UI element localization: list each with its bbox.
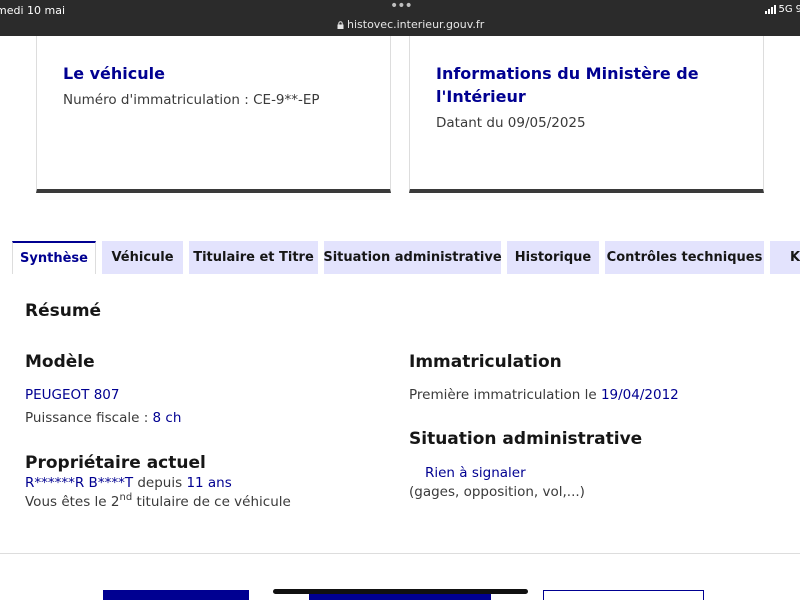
summary-heading: Résumé <box>25 301 102 321</box>
fiscal-power-value: 8 ch <box>152 410 182 426</box>
owner-name: R******R B****T <box>25 475 134 491</box>
bottom-secondary-button[interactable] <box>543 590 704 600</box>
bottom-primary-button-1[interactable] <box>103 590 249 600</box>
first-registration: Première immatriculation le 19/04/2012 <box>409 387 679 403</box>
tab-bar: Synthèse Véhicule Titulaire et Titre Sit… <box>12 241 800 274</box>
model-heading: Modèle <box>25 352 95 372</box>
url-text: histovec.interieur.gouv.fr <box>347 18 485 31</box>
holder-sup: nd <box>119 492 133 503</box>
battery-label: 9 <box>795 4 800 15</box>
tab-controles-techniques[interactable]: Contrôles techniques <box>605 241 764 274</box>
section-divider <box>0 553 800 554</box>
status-time: medi 10 mai <box>0 4 66 17</box>
first-registration-label: Première immatriculation le <box>409 387 601 403</box>
admin-situation-heading: Situation administrative <box>409 429 643 449</box>
tab-synthese[interactable]: Synthèse <box>12 241 96 274</box>
tab-situation-administrative[interactable]: Situation administrative <box>323 241 502 274</box>
home-indicator[interactable] <box>273 589 528 594</box>
admin-status: Rien à signaler <box>425 465 526 481</box>
ministry-card: Informations du Ministère de l'Intérieur… <box>409 36 764 193</box>
holder-prefix: Vous êtes le 2 <box>25 494 120 510</box>
browser-status-bar: medi 10 mai ••• histovec.interieur.gouv.… <box>0 0 800 36</box>
address-bar[interactable]: histovec.interieur.gouv.fr <box>337 18 484 31</box>
network-label: 5G <box>778 4 793 15</box>
tab-kilometrage[interactable]: Kilo <box>770 241 800 274</box>
owner-since-label: depuis <box>133 475 187 491</box>
status-indicators: 5G 9 <box>764 4 800 15</box>
first-registration-date: 19/04/2012 <box>600 387 679 403</box>
registration-number: Numéro d'immatriculation : CE-9**-EP <box>63 92 320 108</box>
fiscal-power-label: Puissance fiscale : <box>25 410 153 426</box>
fiscal-power: Puissance fiscale : 8 ch <box>25 410 181 426</box>
model-name: PEUGEOT 807 <box>25 387 120 403</box>
holder-rank: Vous êtes le 2nd titulaire de ce véhicul… <box>25 492 291 510</box>
ministry-card-title: Informations du Ministère de l'Intérieur <box>436 64 699 106</box>
owner-heading: Propriétaire actuel <box>25 453 206 473</box>
tab-historique[interactable]: Historique <box>507 241 599 274</box>
vehicle-card-title: Le véhicule <box>63 64 165 83</box>
tab-vehicule[interactable]: Véhicule <box>102 241 183 274</box>
tab-titulaire-titre[interactable]: Titulaire et Titre <box>189 241 318 274</box>
owner-since-value: 11 ans <box>186 475 232 491</box>
registration-heading: Immatriculation <box>409 352 562 372</box>
lock-icon <box>337 20 344 29</box>
vehicle-card: Le véhicule Numéro d'immatriculation : C… <box>36 36 391 193</box>
owner-line: R******R B****T depuis 11 ans <box>25 475 232 491</box>
holder-suffix: titulaire de ce véhicule <box>132 494 291 510</box>
admin-details: (gages, opposition, vol,...) <box>409 484 585 500</box>
ministry-date: Datant du 09/05/2025 <box>436 115 586 131</box>
more-dots-icon[interactable]: ••• <box>390 0 413 14</box>
signal-icon <box>764 5 776 14</box>
